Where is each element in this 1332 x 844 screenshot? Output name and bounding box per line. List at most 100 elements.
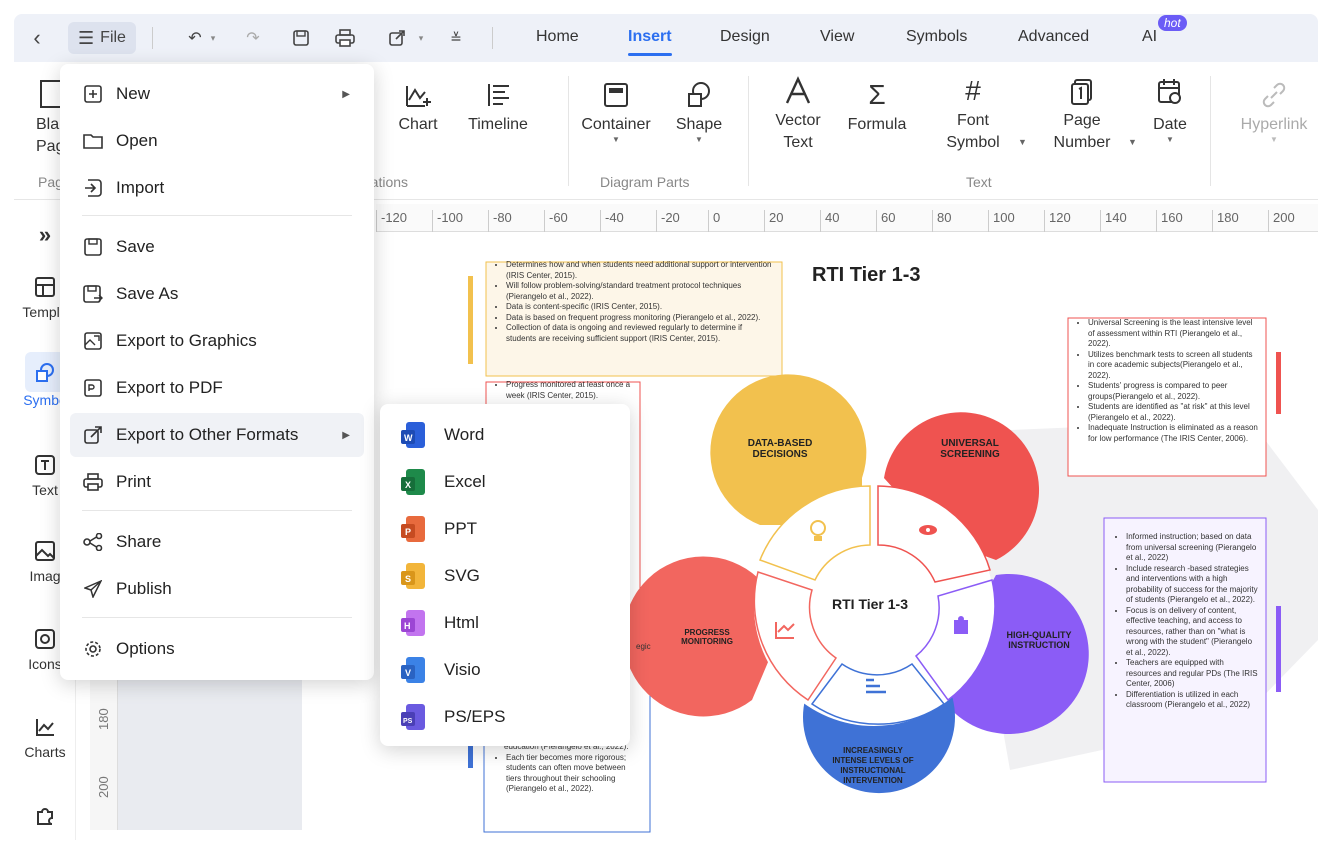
ruler-tick: 200: [1268, 210, 1295, 232]
container-icon: [604, 83, 628, 107]
menu-item-share[interactable]: Share: [70, 520, 364, 564]
page-number-button[interactable]: Page Number: [1044, 76, 1120, 154]
petal-label: DATA-BASED DECISIONS: [747, 438, 813, 460]
formula-label: Formula: [847, 116, 907, 133]
menu-item-label: Save As: [116, 284, 179, 303]
export-dropdown-icon[interactable]: ▾: [414, 22, 428, 54]
sidebar-item-charts[interactable]: Charts: [14, 716, 76, 760]
menu-item-label: Print: [116, 472, 151, 491]
dropdown-icon[interactable]: ▼: [1128, 137, 1137, 147]
petal-label: HIGH-QUALITY INSTRUCTION: [1006, 630, 1072, 650]
note-bullet: Each tier becomes more rigorous; student…: [506, 753, 642, 795]
hamburger-icon: ☰: [78, 27, 95, 48]
svg-text:PS: PS: [403, 718, 413, 725]
submenu-label: Word: [444, 425, 485, 444]
menu-item-save-as[interactable]: Save As: [70, 272, 364, 316]
more-icon[interactable]: ≚: [446, 22, 466, 54]
shape-icon: [688, 82, 710, 107]
note-yellow: Determines how and when students need ad…: [490, 258, 780, 346]
formula-button[interactable]: Σ Formula: [842, 80, 912, 136]
note-bullet: Focus is on delivery of content, effecti…: [1126, 606, 1260, 659]
note-bullet: Data is based on frequent progress monit…: [506, 313, 774, 324]
undo-dropdown-icon[interactable]: ▾: [206, 22, 220, 54]
export-excel[interactable]: X Excel: [400, 462, 486, 502]
menu-divider: [82, 510, 352, 511]
submenu-label: PS/EPS: [444, 707, 506, 726]
vector-text-button[interactable]: Vector Text: [768, 76, 828, 154]
diagram-title[interactable]: RTI Tier 1-3: [812, 264, 921, 287]
note-bullet: Students are identified as "at risk" at …: [1088, 402, 1260, 423]
sidebar-label: Charts: [24, 744, 66, 760]
date-button[interactable]: Date ▼: [1148, 76, 1192, 144]
export-icon: [82, 424, 104, 446]
file-menu-button[interactable]: ☰ File: [68, 22, 136, 54]
export-icon[interactable]: [382, 22, 412, 54]
menu-item-export-other[interactable]: Export to Other Formats ▶: [70, 413, 364, 457]
tab-design[interactable]: Design: [720, 28, 770, 46]
menu-item-options[interactable]: Options: [70, 627, 364, 671]
tab-view[interactable]: View: [820, 28, 854, 46]
shape-button[interactable]: Shape ▼: [674, 80, 724, 144]
menu-item-export-pdf[interactable]: Export to PDF: [70, 366, 364, 410]
export-visio[interactable]: V Visio: [400, 650, 481, 690]
diagram-center-label[interactable]: RTI Tier 1-3: [832, 596, 908, 612]
tab-ai[interactable]: AI: [1142, 28, 1157, 46]
ruler-tick: 40: [820, 210, 839, 232]
tab-advanced[interactable]: Advanced: [1018, 28, 1089, 46]
ruler-tick: -20: [656, 210, 680, 232]
file-label: File: [100, 29, 126, 46]
tab-symbols[interactable]: Symbols: [906, 28, 967, 46]
submenu-label: PPT: [444, 519, 478, 538]
dropdown-icon[interactable]: ▼: [1018, 137, 1027, 147]
divider: [152, 27, 153, 49]
note-bullet: Data is content-specific (IRIS Center, 2…: [506, 302, 774, 313]
svg-text:W: W: [404, 433, 413, 443]
menu-divider: [82, 215, 352, 216]
note-bullet: Progress monitored at least once a week …: [506, 380, 634, 401]
menu-item-save[interactable]: Save: [70, 225, 364, 269]
gear-icon: [82, 638, 104, 660]
note-fragment: egic: [636, 642, 651, 651]
vector-text-label: Vector Text: [775, 112, 821, 151]
menu-item-print[interactable]: Print: [70, 460, 364, 504]
note-bullet: Students' progress is compared to peer g…: [1088, 381, 1260, 402]
export-svg[interactable]: S SVG: [400, 556, 480, 596]
page-number-icon: [1071, 79, 1092, 105]
back-button[interactable]: ‹: [24, 22, 50, 54]
redo-icon[interactable]: ↷: [238, 22, 268, 54]
ribbon-divider: [1210, 76, 1211, 186]
export-ps-eps[interactable]: PS PS/EPS: [400, 697, 505, 737]
menu-item-new[interactable]: New ▶: [70, 72, 364, 116]
container-button[interactable]: Container ▼: [576, 80, 656, 144]
tab-insert[interactable]: Insert: [628, 28, 672, 56]
ribbon-divider: [748, 76, 749, 186]
svg-text:V: V: [405, 668, 411, 678]
ruler-tick: 60: [876, 210, 895, 232]
menu-divider: [82, 617, 352, 618]
save-icon[interactable]: [286, 22, 316, 54]
page-number-label: Page Number: [1053, 112, 1111, 151]
timeline-icon: [488, 84, 509, 106]
print-icon[interactable]: [330, 22, 360, 54]
share-icon: [82, 531, 104, 553]
svg-text:X: X: [405, 480, 411, 490]
export-ppt[interactable]: P PPT: [400, 509, 477, 549]
menu-item-publish[interactable]: Publish: [70, 567, 364, 611]
vector-text-icon: [785, 76, 811, 104]
tab-home[interactable]: Home: [536, 28, 579, 46]
sidebar-label: Icons: [28, 656, 62, 672]
hyperlink-button[interactable]: Hyperlink ▼: [1232, 80, 1316, 144]
timeline-button[interactable]: Timeline: [460, 80, 536, 136]
menu-item-import[interactable]: Import: [70, 166, 364, 210]
note-bullet: Informed instruction; based on data from…: [1126, 532, 1260, 564]
menu-item-export-graphics[interactable]: Export to Graphics: [70, 319, 364, 363]
export-html[interactable]: H Html: [400, 603, 479, 643]
export-word[interactable]: W Word: [400, 415, 484, 455]
menu-item-open[interactable]: Open: [70, 119, 364, 163]
sidebar-item-more[interactable]: [14, 804, 76, 832]
menu-item-label: Export to PDF: [116, 378, 223, 397]
note-bullet: Include research -based strategies and i…: [1126, 564, 1260, 606]
chart-button[interactable]: Chart: [398, 80, 438, 136]
menu-item-label: Export to Other Formats: [116, 425, 299, 444]
font-symbol-button[interactable]: # Font Symbol: [938, 76, 1008, 154]
